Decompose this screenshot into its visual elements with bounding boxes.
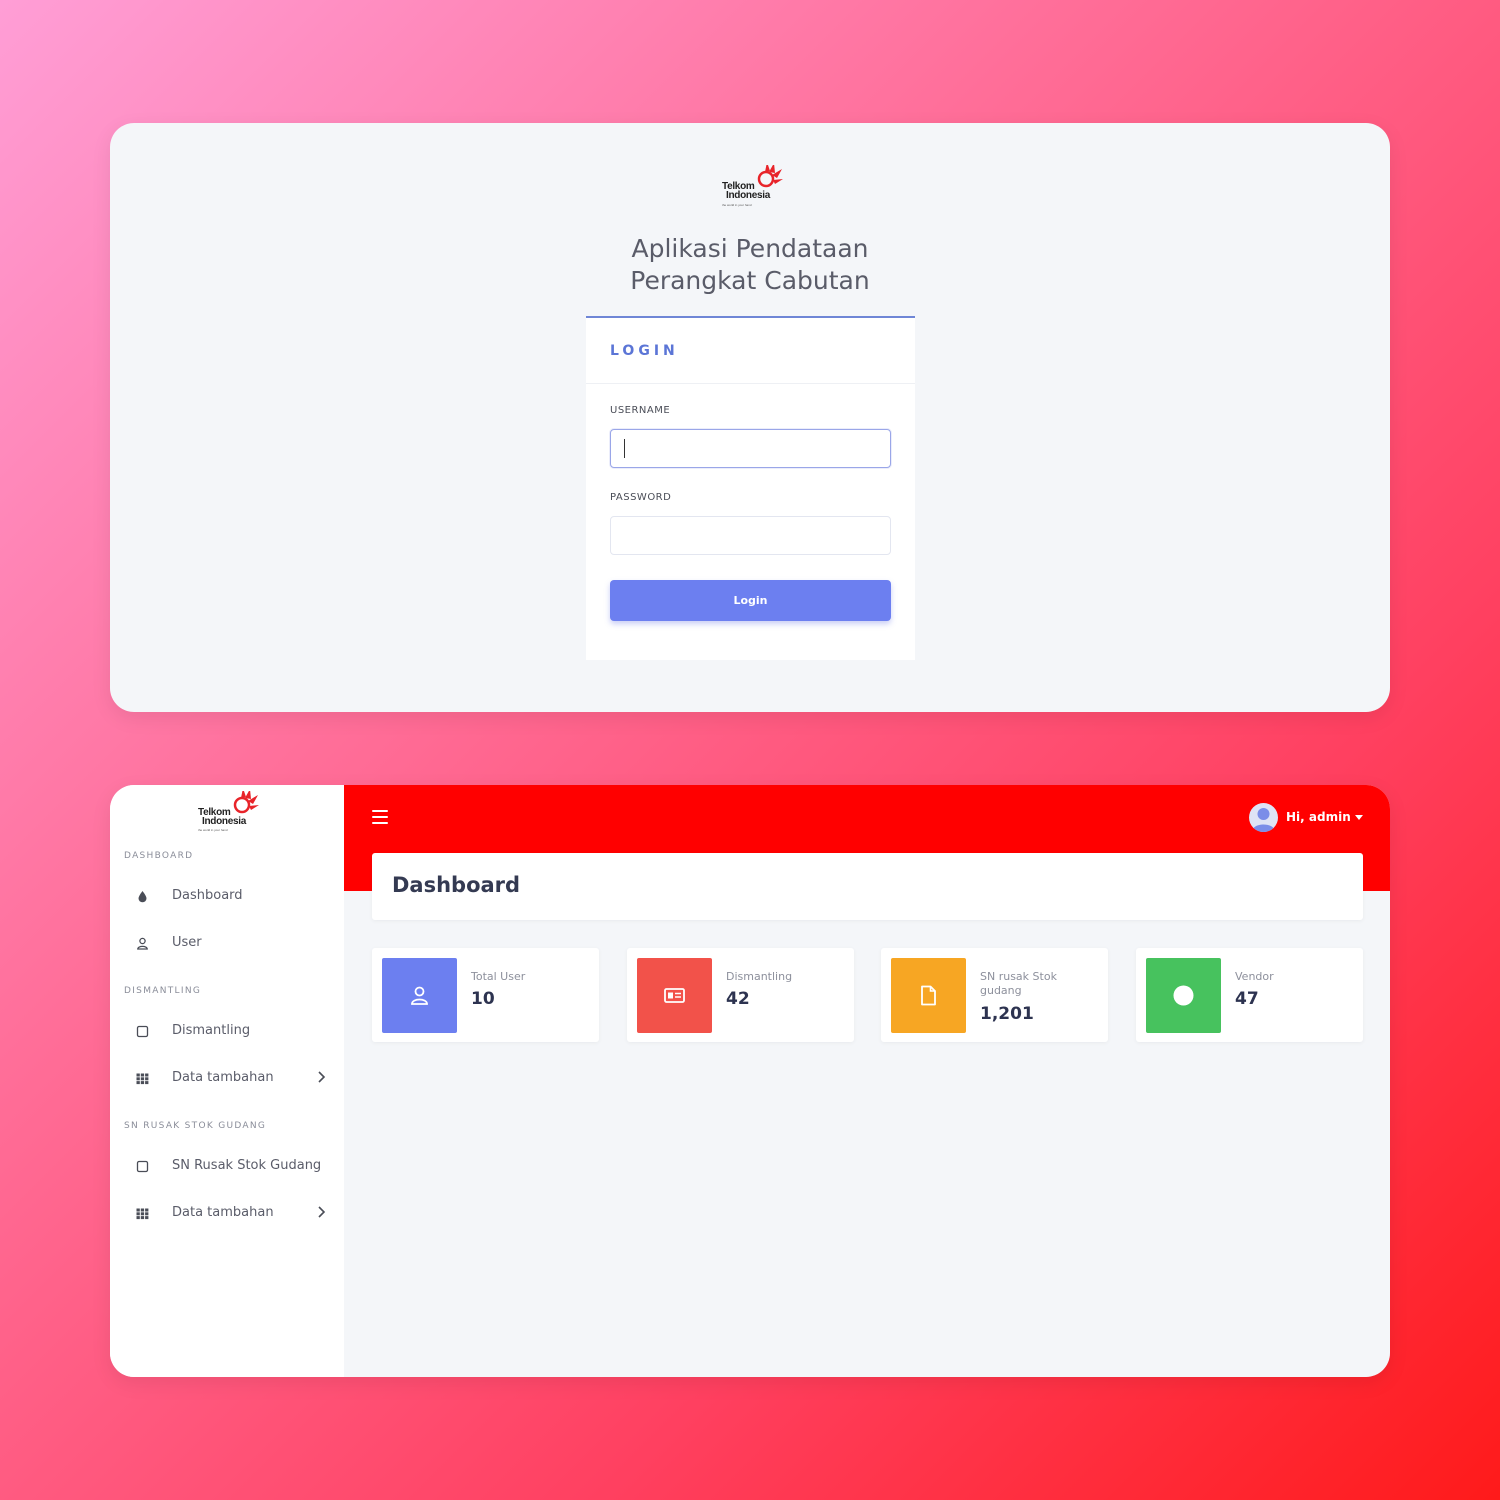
grid-icon — [136, 1208, 149, 1220]
page-header: Dashboard — [372, 853, 1363, 920]
stat-icon-box — [382, 958, 457, 1033]
sidebar-item-data-tambahan-2[interactable]: Data tambahan — [110, 1197, 344, 1231]
username-input[interactable] — [610, 429, 891, 468]
telkom-logo: Telkom Indonesia the world in your hand — [720, 165, 784, 211]
drop-icon — [138, 891, 147, 903]
stat-value: 1,201 — [980, 1004, 1034, 1024]
app-title-line2: Perangkat Cabutan — [630, 266, 870, 295]
sidebar-heading-dashboard: DASHBOARD — [124, 851, 194, 861]
stat-label: Vendor — [1235, 970, 1274, 983]
sidebar-item-sn-rusak-stok-gudang[interactable]: SN Rusak Stok Gudang — [110, 1150, 344, 1184]
user-greeting: Hi, admin — [1286, 810, 1351, 824]
stat-value: 10 — [471, 989, 495, 1009]
login-button[interactable]: Login — [610, 580, 891, 621]
stat-card-dismantling[interactable]: Dismantling 42 — [627, 948, 854, 1042]
sidebar-telkom-logo[interactable]: Telkom Indonesia the world in your hand — [196, 791, 260, 835]
login-card: LOGIN USERNAME PASSWORD Login — [586, 316, 915, 660]
sidebar-heading-dismantling: DISMANTLING — [124, 986, 202, 996]
grid-icon — [136, 1073, 149, 1085]
square-icon — [136, 1025, 149, 1038]
password-input[interactable] — [610, 516, 891, 555]
page-title: Dashboard — [392, 873, 521, 897]
user-icon — [137, 937, 148, 950]
sidebar-item-label: Data tambahan — [172, 1205, 274, 1220]
sidebar-heading-sn-rusak: SN RUSAK STOK GUDANG — [124, 1121, 267, 1131]
sidebar-item-label: Data tambahan — [172, 1070, 274, 1085]
login-card-title: LOGIN — [586, 318, 915, 384]
sidebar-item-label: Dashboard — [172, 888, 243, 903]
avatar-person-icon — [1252, 808, 1275, 832]
square-icon — [136, 1160, 149, 1173]
id-card-icon — [664, 988, 685, 1003]
caret-down-icon — [1355, 815, 1363, 820]
stat-label: Total User — [471, 970, 526, 983]
avatar — [1249, 803, 1278, 832]
stat-card-total-user[interactable]: Total User 10 — [372, 948, 599, 1042]
stat-icon-box — [1146, 958, 1221, 1033]
logo-line2: Indonesia — [202, 816, 246, 827]
login-screen: Telkom Indonesia the world in your hand … — [110, 123, 1390, 712]
stat-value: 47 — [1235, 989, 1259, 1009]
stat-label: Dismantling — [726, 970, 793, 983]
sidebar-item-label: SN Rusak Stok Gudang — [172, 1158, 322, 1173]
stat-value: 42 — [726, 989, 750, 1009]
logo-line2: Indonesia — [726, 190, 770, 201]
sidebar-item-label: Dismantling — [172, 1023, 251, 1038]
stat-card-vendor[interactable]: Vendor 47 — [1136, 948, 1363, 1042]
chevron-right-icon — [318, 1071, 326, 1083]
circle-icon — [1173, 985, 1194, 1006]
sidebar-item-user[interactable]: User — [110, 927, 344, 961]
sidebar: Telkom Indonesia the world in your hand … — [110, 785, 344, 1377]
sidebar-item-data-tambahan[interactable]: Data tambahan — [110, 1062, 344, 1096]
stat-label: SN rusak Stok gudang — [980, 970, 1057, 997]
logo-tagline: the world in your hand — [722, 203, 752, 207]
logo-tagline: the world in your hand — [198, 828, 228, 832]
username-label: USERNAME — [610, 405, 671, 416]
chevron-right-icon — [318, 1206, 326, 1218]
stat-icon-box — [891, 958, 966, 1033]
sidebar-item-label: User — [172, 935, 202, 950]
app-title-line1: Aplikasi Pendataan — [631, 234, 869, 263]
hamburger-menu-icon[interactable] — [372, 810, 388, 824]
app-title: Aplikasi Pendataan Perangkat Cabutan — [110, 233, 1390, 297]
file-icon — [921, 985, 936, 1006]
sidebar-item-dismantling[interactable]: Dismantling — [110, 1015, 344, 1049]
text-caret — [624, 439, 625, 458]
password-label: PASSWORD — [610, 492, 672, 503]
stat-card-sn-rusak[interactable]: SN rusak Stok gudang 1,201 — [881, 948, 1108, 1042]
dashboard-screen: Telkom Indonesia the world in your hand … — [110, 785, 1390, 1377]
user-icon — [411, 986, 428, 1005]
stat-icon-box — [637, 958, 712, 1033]
sidebar-item-dashboard[interactable]: Dashboard — [110, 880, 344, 914]
